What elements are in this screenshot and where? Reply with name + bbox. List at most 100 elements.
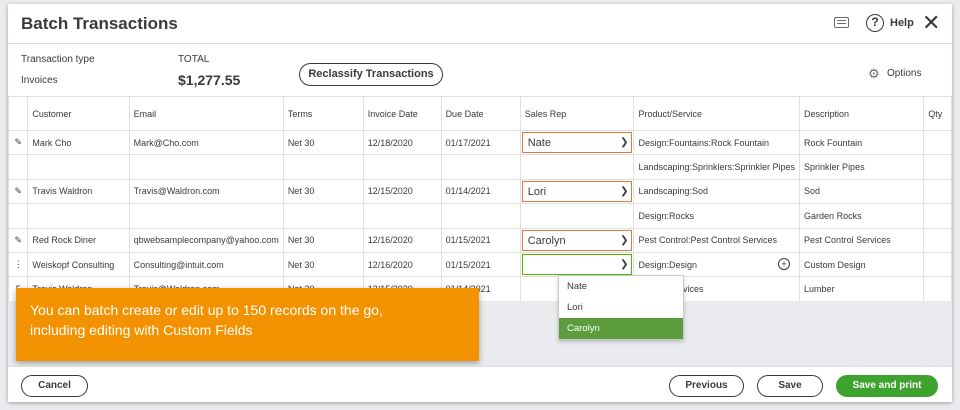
- email-cell[interactable]: Mark@Cho.com: [128, 129, 284, 156]
- terms-cell[interactable]: Net 30: [282, 129, 364, 156]
- due-date-cell[interactable]: [440, 154, 521, 180]
- email-cell[interactable]: [128, 203, 284, 229]
- email-cell[interactable]: Travis@Waldron.com: [128, 178, 284, 205]
- product-service-cell[interactable]: Design:Design: [633, 251, 801, 278]
- previous-button[interactable]: Previous: [669, 375, 744, 397]
- sales-rep-select[interactable]: Carolyn ❯: [519, 227, 635, 253]
- customer-cell[interactable]: [27, 154, 130, 180]
- column-header-customer[interactable]: Customer: [27, 96, 130, 131]
- options-link[interactable]: Options: [887, 68, 921, 79]
- customer-cell[interactable]: Red Rock Diner: [27, 227, 130, 253]
- sales-rep-select[interactable]: Lori ❯: [519, 178, 635, 205]
- description-cell[interactable]: Rock Fountain: [799, 129, 925, 156]
- total-label: TOTAL: [178, 54, 210, 65]
- due-date-cell[interactable]: 01/17/2021: [440, 129, 521, 156]
- qty-cell[interactable]: [923, 227, 952, 253]
- sales-rep-cell[interactable]: [519, 203, 635, 229]
- column-header-qty[interactable]: Qty: [923, 96, 952, 131]
- qty-cell[interactable]: [923, 129, 952, 156]
- terms-cell[interactable]: [282, 203, 364, 229]
- column-header-due-date[interactable]: Due Date: [440, 96, 521, 131]
- due-date-cell[interactable]: 01/15/2021: [440, 227, 521, 253]
- cancel-button[interactable]: Cancel: [21, 375, 88, 397]
- terms-cell[interactable]: Net 30: [282, 227, 364, 253]
- qty-cell[interactable]: [923, 178, 952, 205]
- edit-pencil-icon[interactable]: ✎: [8, 129, 29, 156]
- product-service-cell[interactable]: Landscaping:Sprinklers:Sprinkler Pipes: [633, 154, 801, 180]
- table-row[interactable]: ⋮ Weiskopf Consulting Consulting@intuit.…: [8, 251, 952, 278]
- sales-rep-cell[interactable]: [519, 154, 635, 180]
- table-row[interactable]: ✎ Travis Waldron Travis@Waldron.com Net …: [8, 178, 952, 205]
- description-cell[interactable]: Lumber: [799, 276, 925, 302]
- edit-pencil-icon[interactable]: ✎: [8, 178, 29, 205]
- qty-cell[interactable]: [923, 154, 952, 180]
- dropdown-option-carolyn[interactable]: Carolyn: [559, 318, 683, 339]
- email-cell[interactable]: qbwebsamplecompany@yahoo.com: [128, 227, 284, 253]
- help-icon[interactable]: ?: [866, 14, 884, 32]
- chevron-down-icon[interactable]: ❯: [620, 255, 628, 275]
- qty-cell[interactable]: [923, 251, 952, 278]
- terms-cell[interactable]: [282, 154, 364, 180]
- due-date-cell[interactable]: 01/14/2021: [440, 178, 521, 205]
- product-service-cell[interactable]: Pest Control:Pest Control Services: [633, 227, 801, 253]
- invoice-date-cell[interactable]: [362, 203, 442, 229]
- chevron-down-icon[interactable]: ❯: [620, 182, 628, 202]
- column-header-email[interactable]: Email: [128, 96, 284, 131]
- close-icon[interactable]: ✕: [922, 12, 940, 34]
- email-cell[interactable]: Consulting@intuit.com: [128, 251, 284, 278]
- customer-cell[interactable]: [27, 203, 130, 229]
- column-header-invoice-date[interactable]: Invoice Date: [362, 96, 442, 131]
- column-header-description[interactable]: Description: [799, 96, 925, 131]
- due-date-cell[interactable]: 01/15/2021: [440, 251, 521, 278]
- invoice-date-cell[interactable]: [362, 154, 442, 180]
- sales-rep-select-box[interactable]: Lori ❯: [521, 180, 633, 203]
- description-cell[interactable]: Custom Design: [799, 251, 925, 278]
- add-plus-icon[interactable]: +: [778, 258, 790, 270]
- dropdown-option-lori[interactable]: Lori: [559, 297, 683, 318]
- chevron-down-icon[interactable]: ❯: [620, 133, 628, 153]
- email-cell[interactable]: [128, 154, 284, 180]
- terms-cell[interactable]: Net 30: [282, 251, 364, 278]
- invoice-date-cell[interactable]: 12/16/2020: [362, 227, 442, 253]
- due-date-cell[interactable]: [440, 203, 521, 229]
- save-button[interactable]: Save: [757, 375, 823, 397]
- dropdown-option-nate[interactable]: Nate: [559, 276, 683, 297]
- sales-rep-select-box[interactable]: Nate ❯: [521, 132, 633, 154]
- drag-handle-icon[interactable]: ⋮: [8, 251, 29, 278]
- column-header-sales-rep[interactable]: Sales Rep: [519, 96, 635, 131]
- product-service-cell[interactable]: Design:Rocks: [633, 203, 801, 229]
- description-cell[interactable]: Pest Control Services: [799, 227, 925, 253]
- invoice-date-cell[interactable]: 12/16/2020: [362, 251, 442, 278]
- save-and-print-button[interactable]: Save and print: [836, 375, 938, 397]
- help-label[interactable]: Help: [890, 17, 914, 29]
- qty-cell[interactable]: [923, 203, 952, 229]
- invoice-date-cell[interactable]: 12/15/2020: [362, 178, 442, 205]
- chevron-down-icon[interactable]: ❯: [620, 231, 628, 251]
- sales-rep-select[interactable]: ❯: [519, 251, 635, 278]
- sales-rep-select-box-focused[interactable]: ❯: [521, 253, 633, 276]
- gear-icon[interactable]: ⚙: [868, 66, 880, 82]
- table-row[interactable]: ✎ Red Rock Diner qbwebsamplecompany@yaho…: [8, 227, 952, 253]
- invoice-date-cell[interactable]: 12/18/2020: [362, 129, 442, 156]
- customer-cell[interactable]: Weiskopf Consulting: [27, 251, 130, 278]
- customer-cell[interactable]: Travis Waldron: [27, 178, 130, 205]
- reclassify-transactions-button[interactable]: Reclassify Transactions: [299, 63, 443, 86]
- description-cell[interactable]: Garden Rocks: [799, 203, 925, 229]
- product-service-cell[interactable]: Landscaping:Sod: [633, 178, 801, 205]
- sales-rep-dropdown[interactable]: Nate Lori Carolyn: [558, 275, 684, 340]
- sales-rep-select[interactable]: Nate ❯: [519, 129, 635, 156]
- table-row[interactable]: ✎ Mark Cho Mark@Cho.com Net 30 12/18/202…: [8, 129, 952, 156]
- terms-cell[interactable]: Net 30: [282, 178, 364, 205]
- column-header-product-service[interactable]: Product/Service: [633, 96, 801, 131]
- table-row[interactable]: Design:Rocks Garden Rocks: [8, 203, 952, 229]
- description-cell[interactable]: Sprinkler Pipes: [799, 154, 925, 180]
- sales-rep-select-box[interactable]: Carolyn ❯: [521, 229, 633, 251]
- keyboard-icon[interactable]: [834, 17, 849, 28]
- column-header-terms[interactable]: Terms: [282, 96, 364, 131]
- edit-pencil-icon[interactable]: ✎: [8, 227, 29, 253]
- table-row[interactable]: Landscaping:Sprinklers:Sprinkler Pipes S…: [8, 154, 952, 180]
- product-service-cell[interactable]: Design:Fountains:Rock Fountain: [633, 129, 801, 156]
- qty-cell[interactable]: [923, 276, 952, 302]
- customer-cell[interactable]: Mark Cho: [27, 129, 130, 156]
- description-cell[interactable]: Sod: [799, 178, 925, 205]
